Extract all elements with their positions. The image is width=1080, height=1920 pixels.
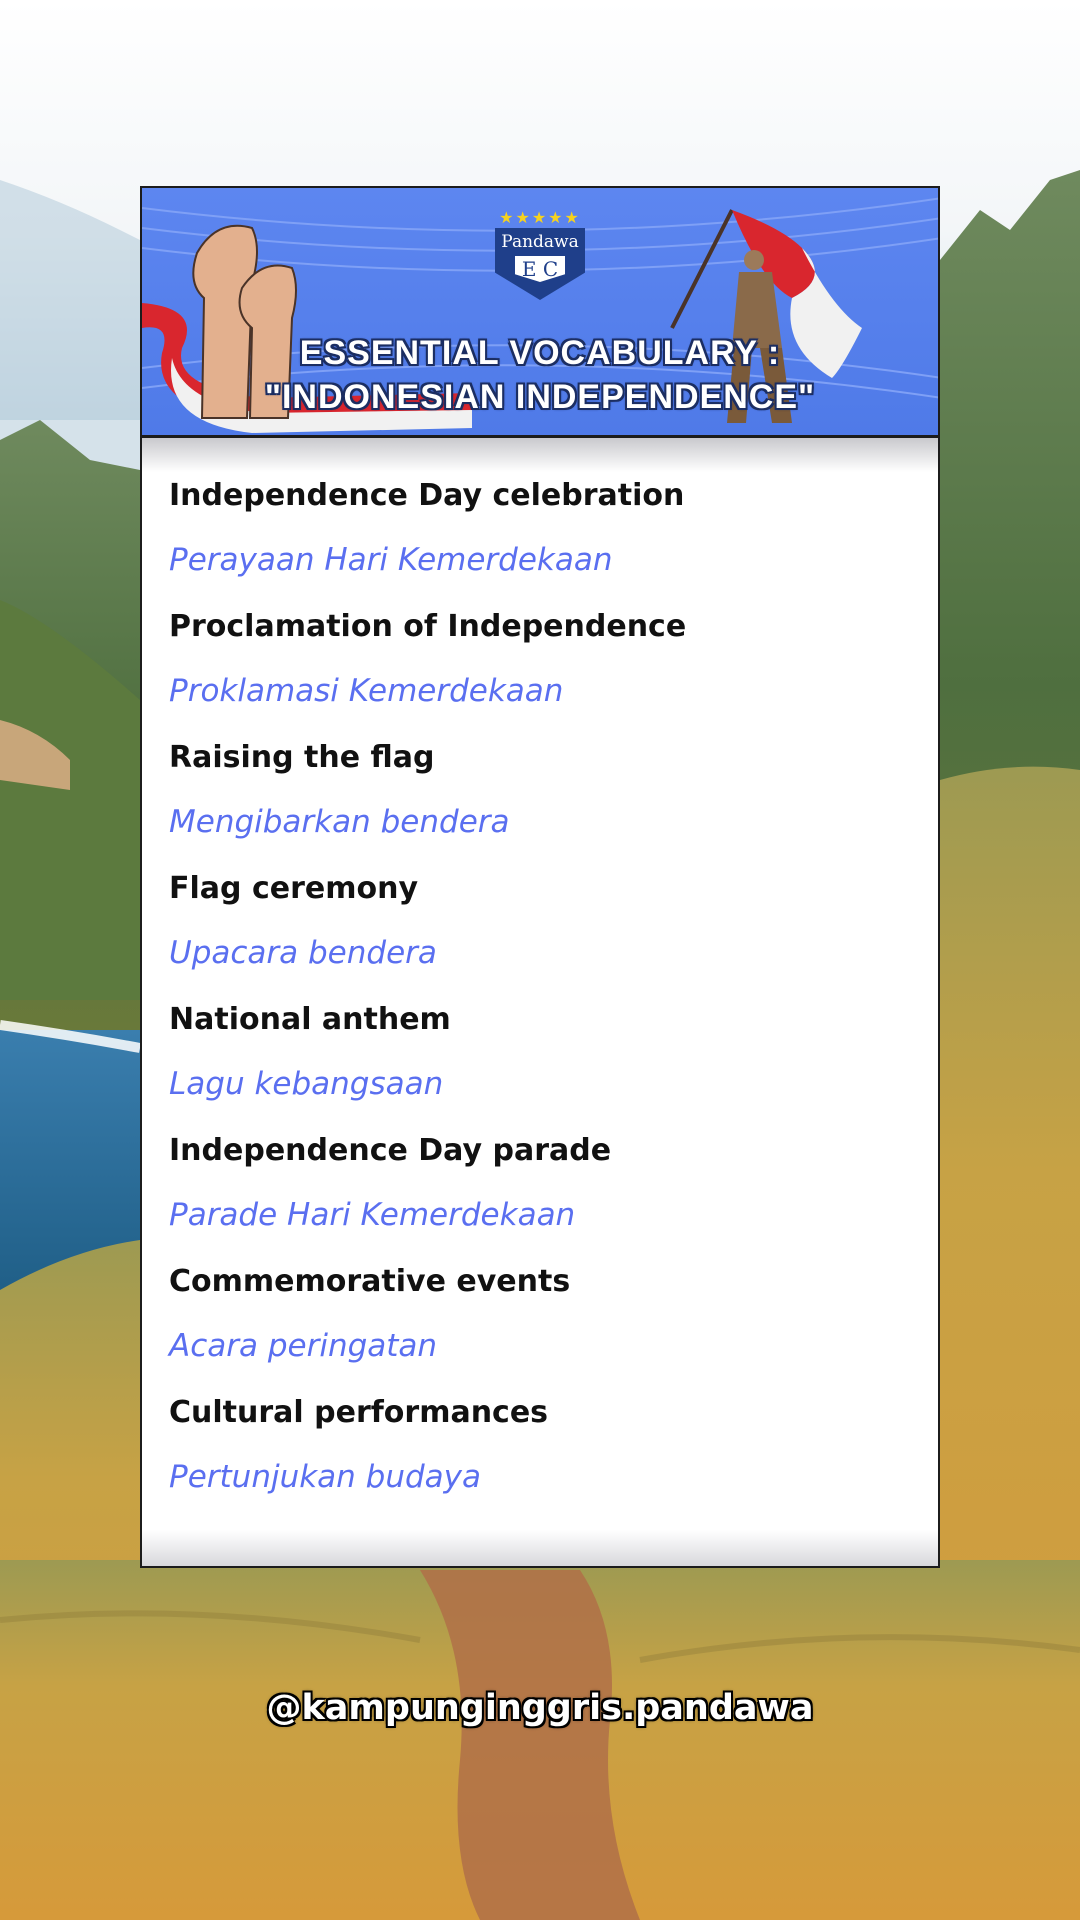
logo-stars: ★★★★★ xyxy=(499,208,581,227)
english-term: Flag ceremony xyxy=(169,871,418,906)
english-term: Independence Day celebration xyxy=(169,478,685,513)
indonesian-translation: Lagu kebangsaan xyxy=(169,1066,444,1102)
vocab-item: Raising the flag Mengibarkan bendera xyxy=(169,740,909,871)
english-term: Commemorative events xyxy=(169,1264,571,1299)
vocab-item: National anthem Lagu kebangsaan xyxy=(169,1002,909,1133)
vocab-item: Independence Day celebration Perayaan Ha… xyxy=(169,478,909,609)
indonesian-translation: Parade Hari Kemerdekaan xyxy=(169,1197,576,1233)
vocab-item: Proclamation of Independence Proklamasi … xyxy=(169,609,909,740)
logo-shield: Pandawa E C xyxy=(495,228,585,300)
vocab-item: Commemorative events Acara peringatan xyxy=(169,1264,909,1395)
vocab-item: Flag ceremony Upacara bendera xyxy=(169,871,909,1002)
vocab-item: Independence Day parade Parade Hari Keme… xyxy=(169,1133,909,1264)
english-term: Proclamation of Independence xyxy=(169,609,687,644)
logo-letters: E C xyxy=(515,256,565,282)
english-term: Independence Day parade xyxy=(169,1133,612,1168)
banner-title-line1: ESSENTIAL VOCABULARY : xyxy=(299,334,781,372)
vocab-item: Cultural performances Pertunjukan budaya xyxy=(169,1395,909,1526)
card-bottom-fade xyxy=(142,1530,938,1566)
english-term: Raising the flag xyxy=(169,740,435,775)
banner-title-line2: "INDONESIAN INDEPENDENCE" xyxy=(264,378,816,416)
indonesian-translation: Mengibarkan bendera xyxy=(169,804,510,840)
english-term: Cultural performances xyxy=(169,1395,549,1430)
indonesian-translation: Upacara bendera xyxy=(169,935,437,971)
indonesian-translation: Perayaan Hari Kemerdekaan xyxy=(169,542,613,578)
indonesian-translation: Pertunjukan budaya xyxy=(169,1459,482,1495)
english-term: National anthem xyxy=(169,1002,451,1037)
vocabulary-card: ★★★★★ Pandawa E C ESSENTIAL VOCABULARY :… xyxy=(140,186,940,1568)
banner: ★★★★★ Pandawa E C ESSENTIAL VOCABULARY :… xyxy=(142,188,938,438)
vocabulary-list: Independence Day celebration Perayaan Ha… xyxy=(169,478,909,1526)
logo-brand-text: Pandawa xyxy=(501,232,579,252)
pandawa-logo: ★★★★★ Pandawa E C xyxy=(492,210,588,300)
indonesian-translation: Acara peringatan xyxy=(169,1328,438,1364)
indonesian-translation: Proklamasi Kemerdekaan xyxy=(169,673,564,709)
account-handle: @kampunginggris.pandawa xyxy=(266,1688,814,1728)
banner-shadow xyxy=(142,438,938,472)
